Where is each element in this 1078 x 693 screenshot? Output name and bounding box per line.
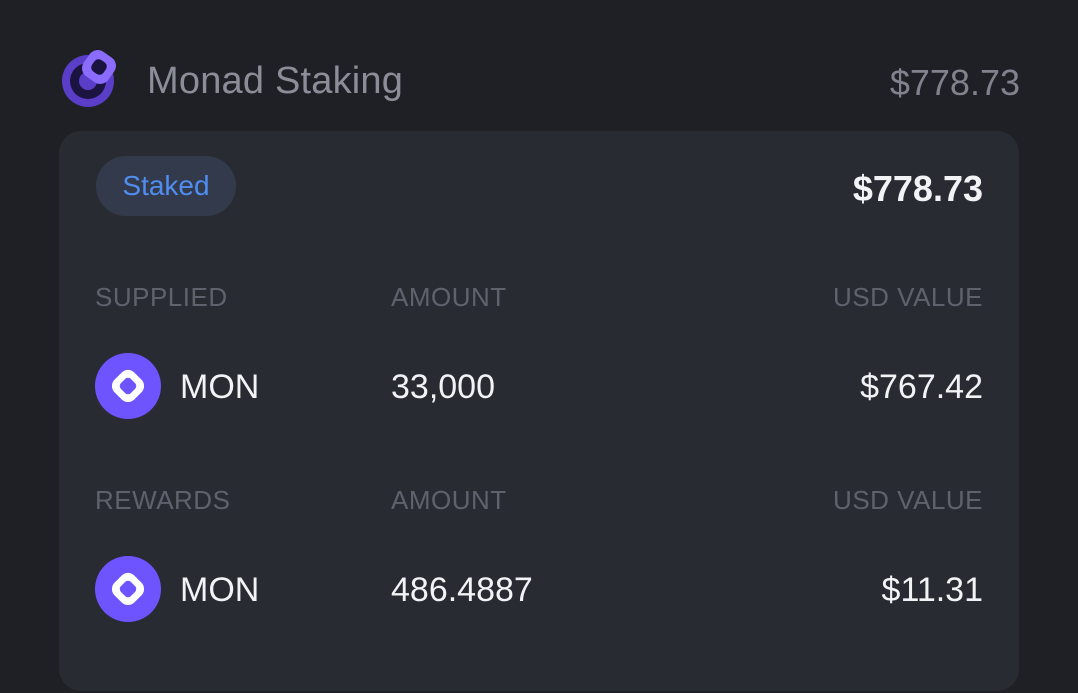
monad-staking-logo-icon <box>62 50 116 107</box>
rewards-header: REWARDS <box>95 485 231 515</box>
rewards-token-symbol: MON <box>180 571 260 609</box>
rewards-amount-header: AMOUNT <box>391 485 507 515</box>
mon-token-icon <box>95 556 161 622</box>
supplied-amount-header: AMOUNT <box>391 282 507 312</box>
rewards-token-usd-value: $11.31 <box>881 571 983 609</box>
supplied-token-usd-value: $767.42 <box>860 368 983 406</box>
supplied-header: SUPPLIED <box>95 282 228 312</box>
rewards-token-amount: 486.4887 <box>391 571 533 609</box>
rewards-usd-header: USD VALUE <box>833 485 983 515</box>
staking-position-page: Monad Staking $778.73 Staked $778.73 SUP… <box>0 0 1078 693</box>
supplied-usd-header: USD VALUE <box>833 282 983 312</box>
supplied-token-amount: 33,000 <box>391 368 495 406</box>
protocol-name: Monad Staking <box>147 60 404 102</box>
position-total-value: $778.73 <box>852 168 983 209</box>
supplied-token-symbol: MON <box>180 368 260 406</box>
mon-token-icon <box>95 353 161 419</box>
position-card: Staked $778.73 SUPPLIED AMOUNT USD VALUE… <box>59 131 1019 691</box>
protocol-header[interactable]: Monad Staking $778.73 <box>58 48 1020 114</box>
protocol-total-value: $778.73 <box>889 62 1020 103</box>
staked-status-badge: Staked <box>96 156 236 216</box>
